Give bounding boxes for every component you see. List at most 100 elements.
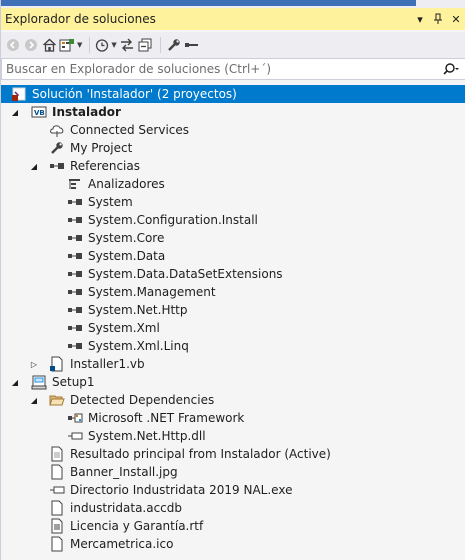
home-icon[interactable]	[41, 35, 57, 55]
tree-item-reference[interactable]: System.Xml.Linq	[1, 337, 465, 355]
item-label: Resultado principal from Instalador (Act…	[70, 447, 331, 461]
close-icon[interactable]: ✕	[448, 11, 464, 27]
tree-item-reference[interactable]: System.Configuration.Install	[1, 211, 465, 229]
file-icon	[49, 500, 65, 516]
item-label: System.Core	[88, 231, 165, 245]
project-label: Setup1	[52, 375, 95, 389]
item-label: Banner_Install.jpg	[70, 465, 178, 479]
tree-item-reference[interactable]: System.Data	[1, 247, 465, 265]
tree-item-dependency[interactable]: System.Net.Http.dll	[1, 427, 465, 445]
expanded-arrow-icon[interactable]: ◢	[10, 107, 20, 117]
item-label: System.Xml.Linq	[88, 339, 189, 353]
project-label: Instalador	[52, 105, 121, 119]
reference-icon	[67, 248, 83, 264]
tree-item-reference[interactable]: System.Data.DataSetExtensions	[1, 265, 465, 283]
item-label: System.Data	[88, 249, 166, 263]
item-label: System	[88, 195, 133, 209]
tree-item-project-instalador[interactable]: ◢ VB Instalador	[1, 103, 465, 121]
item-label: industridata.accdb	[70, 501, 183, 515]
collapsed-arrow-icon[interactable]: ▷	[29, 359, 39, 369]
folder-open-icon	[49, 392, 65, 408]
search-input[interactable]	[2, 61, 439, 77]
switch-views-icon[interactable]: ▼	[59, 35, 82, 55]
file-icon	[49, 446, 65, 462]
pin-icon[interactable]	[430, 11, 446, 27]
collapse-all-icon[interactable]	[137, 35, 153, 55]
tree-item-setup-file[interactable]: industridata.accdb	[1, 499, 465, 517]
solution-tree: Solución 'Instalador' (2 proyectos) ◢ VB…	[1, 82, 465, 560]
item-label: System.Net.Http.dll	[88, 429, 206, 443]
tree-item-analyzers[interactable]: Analizadores	[1, 175, 465, 193]
preview-selected-items-icon[interactable]	[184, 35, 200, 55]
tree-item-setup-output[interactable]: Resultado principal from Instalador (Act…	[1, 445, 465, 463]
reference-icon	[67, 212, 83, 228]
item-label: My Project	[70, 141, 133, 155]
file-icon	[49, 464, 65, 480]
item-label: Installer1.vb	[70, 357, 145, 371]
reference-icon	[67, 302, 83, 318]
reference-icon	[67, 284, 83, 300]
item-label: Directorio Industridata 2019 NAL.exe	[70, 483, 293, 497]
item-label: Licencia y Garantía.rtf	[70, 519, 204, 533]
tree-item-detected-dependencies[interactable]: ◢ Detected Dependencies	[1, 391, 465, 409]
item-label: Referencias	[70, 159, 140, 173]
item-label: Mercametrica.ico	[70, 537, 174, 551]
item-label: System.Data.DataSetExtensions	[88, 267, 283, 281]
expanded-arrow-icon[interactable]: ◢	[29, 395, 39, 405]
expanded-arrow-icon[interactable]: ◢	[10, 377, 20, 387]
reference-icon	[67, 338, 83, 354]
vb-file-icon	[49, 356, 65, 372]
sync-with-active-document-icon[interactable]	[119, 35, 135, 55]
tree-item-setup-file[interactable]: Banner_Install.jpg	[1, 463, 465, 481]
svg-text:VB: VB	[34, 109, 45, 117]
tree-item-dependency[interactable]: Microsoft .NET Framework	[1, 409, 465, 427]
window-position-dropdown-icon[interactable]: ▾	[412, 11, 428, 27]
vb-project-icon: VB	[31, 104, 47, 120]
tree-item-setup-file[interactable]: Licencia y Garantía.rtf	[1, 517, 465, 535]
panel-title-bar[interactable]: Explorador de soluciones ▾ ✕	[1, 8, 465, 30]
tree-item-my-project[interactable]: My Project	[1, 139, 465, 157]
pending-changes-clock-icon[interactable]: ▼	[95, 35, 117, 55]
solution-icon	[11, 86, 27, 102]
item-label: System.Net.Http	[88, 303, 188, 317]
search-icon[interactable]	[439, 63, 465, 75]
tree-item-reference[interactable]: System.Xml	[1, 319, 465, 337]
text-file-icon	[49, 518, 65, 534]
assembly-icon	[67, 428, 83, 444]
tree-item-installer-file[interactable]: ▷ Installer1.vb	[1, 355, 465, 373]
tree-item-connected-services[interactable]: Connected Services	[1, 121, 465, 139]
connected-services-icon	[49, 122, 65, 138]
reference-icon	[67, 194, 83, 210]
tree-item-setup-file[interactable]: Mercametrica.ico	[1, 535, 465, 553]
tree-item-reference[interactable]: System	[1, 193, 465, 211]
item-label: Microsoft .NET Framework	[88, 411, 245, 425]
item-label: System.Management	[88, 285, 216, 299]
wrench-properties-icon[interactable]	[166, 35, 182, 55]
panel-title: Explorador de soluciones	[5, 12, 156, 26]
tree-item-reference[interactable]: System.Core	[1, 229, 465, 247]
search-box[interactable]	[1, 58, 465, 80]
item-label: Detected Dependencies	[70, 393, 215, 407]
item-label: System.Xml	[88, 321, 160, 335]
analyzer-icon	[67, 176, 83, 192]
executable-icon	[49, 482, 65, 498]
expanded-arrow-icon[interactable]: ◢	[29, 161, 39, 171]
tree-item-setup-file[interactable]: Directorio Industridata 2019 NAL.exe	[1, 481, 465, 499]
tree-item-references[interactable]: ◢ Referencias	[1, 157, 465, 175]
tree-item-solution[interactable]: Solución 'Instalador' (2 proyectos)	[1, 85, 465, 103]
reference-icon	[67, 266, 83, 282]
toolbar-separator	[159, 37, 161, 53]
tree-item-project-setup[interactable]: ◢ Setup1	[1, 373, 465, 391]
item-label: Analizadores	[88, 177, 165, 191]
tree-item-reference[interactable]: System.Management	[1, 283, 465, 301]
solution-label: Solución 'Instalador' (2 proyectos)	[32, 87, 237, 101]
item-label: Connected Services	[70, 123, 190, 137]
top-strip	[1, 0, 465, 8]
solution-explorer-panel: Explorador de soluciones ▾ ✕ ▼ ▼ Buscar …	[0, 0, 465, 560]
tree-item-reference[interactable]: System.Net.Http	[1, 301, 465, 319]
setup-project-icon	[31, 374, 47, 390]
reference-icon	[49, 158, 65, 174]
toolbar: ▼ ▼	[1, 32, 465, 58]
back-arrow-icon[interactable]	[5, 35, 21, 55]
forward-arrow-icon[interactable]	[23, 35, 39, 55]
